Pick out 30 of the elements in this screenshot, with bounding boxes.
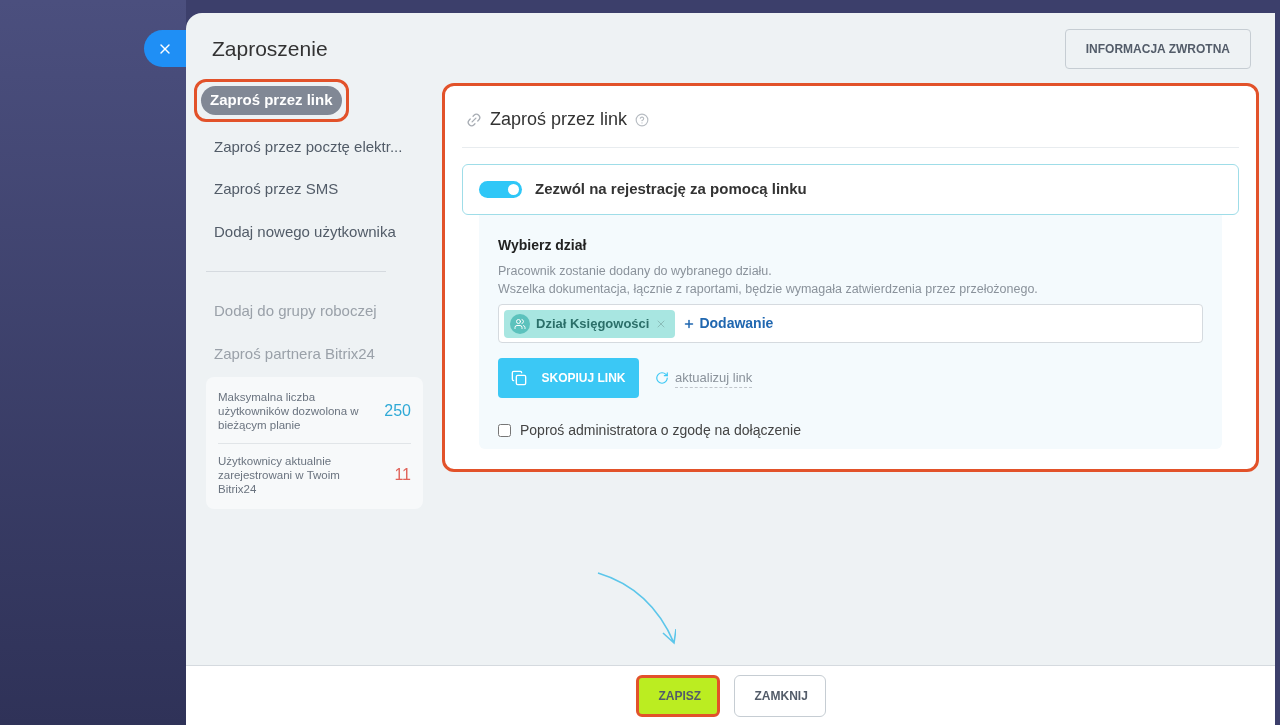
approval-checkbox[interactable] xyxy=(498,424,511,437)
section-title: Zaproś przez link xyxy=(490,108,628,131)
hint-text: Pracownik zostanie dodany do wybranego działu. xyxy=(498,263,773,280)
dialog-title: Zaproszenie xyxy=(212,36,328,63)
department-field[interactable]: Dział Księgowości Dodawanie xyxy=(498,304,1203,343)
stat-label: Użytkownicy aktualnie zarejestrowani w Twoim Bitrix24 xyxy=(218,454,341,496)
nav-tab[interactable]: Zaproś przez SMS xyxy=(194,170,359,209)
stat-value: 250 xyxy=(384,401,411,421)
stat-value: 11 xyxy=(394,465,411,485)
close-button[interactable]: ZAMKNIJ xyxy=(733,674,826,717)
nav-tab[interactable]: Zaproś przez link xyxy=(201,86,342,115)
add-link[interactable]: Dodawanie xyxy=(683,313,774,334)
plus-icon xyxy=(683,317,696,330)
nav-tab[interactable]: Zaproś przez pocztę elektr... xyxy=(194,127,423,166)
department-title: Wybierz dział xyxy=(498,236,588,255)
refresh-link[interactable]: aktualizuj link xyxy=(655,367,753,389)
tag-label: Dział Księgowości xyxy=(536,314,650,333)
copy-icon xyxy=(511,370,528,386)
approval-label: Poproś administratora o zgodę na dołączenie xyxy=(520,421,801,440)
help-icon xyxy=(635,112,650,127)
close-button[interactable] xyxy=(144,30,186,67)
group-icon xyxy=(510,313,530,334)
feedback-button[interactable]: INFORMACJA ZWROTNA xyxy=(1064,29,1251,69)
refresh-icon xyxy=(655,371,669,385)
toggle-label: Zezwól na rejestrację za pomocą linku xyxy=(535,179,807,200)
toggle-switch[interactable] xyxy=(479,181,522,198)
hint-text: Wszelka dokumentacja, łącznie z raportami, będzie wymagała zatwierdzenia przez przełożonego. xyxy=(498,281,1039,298)
save-button[interactable]: ZAPISZ xyxy=(635,674,720,717)
nav-tab[interactable]: Dodaj nowego użytkownika xyxy=(194,212,416,251)
stat-label: Maksymalna liczba użytkowników dozwolona w bieżącym planie xyxy=(218,390,360,432)
